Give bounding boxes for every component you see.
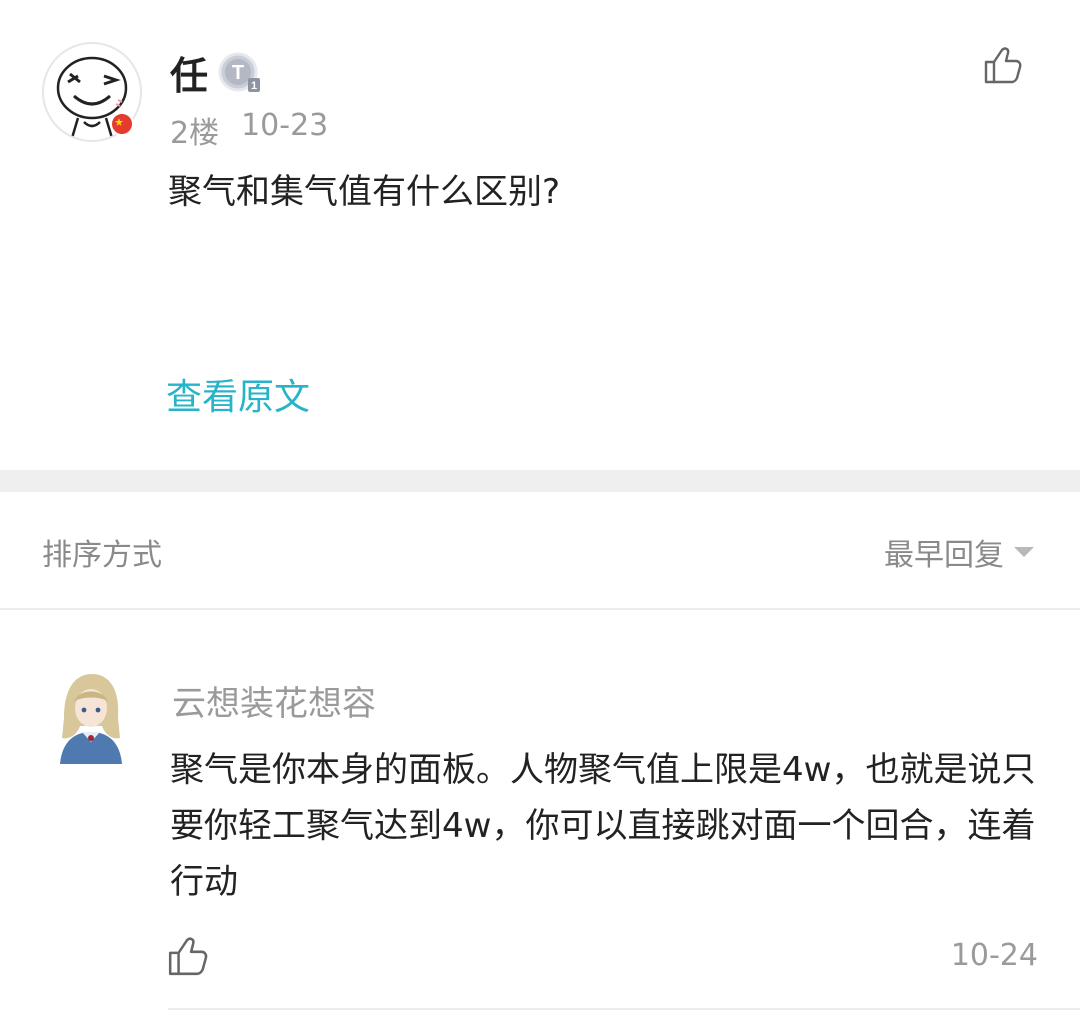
caret-down-icon xyxy=(1014,547,1034,557)
section-divider xyxy=(0,470,1080,492)
thumbs-up-icon[interactable] xyxy=(982,44,1024,86)
sort-bar: 排序方式 最早回复 xyxy=(0,492,1080,608)
sort-value: 最早回复 xyxy=(884,538,1004,573)
reply-divider xyxy=(168,1008,1080,1010)
svg-text:T: T xyxy=(232,62,244,84)
reply-author-avatar[interactable] xyxy=(52,672,130,764)
post-date: 10-23 xyxy=(241,108,329,143)
sort-label: 排序方式 xyxy=(42,538,162,573)
reply-date: 10-24 xyxy=(950,938,1038,973)
svg-text:1: 1 xyxy=(251,80,257,92)
reply-thumbs-up-icon[interactable] xyxy=(166,934,210,978)
list-divider xyxy=(0,608,1080,610)
post-meta: 2楼 10-23 xyxy=(170,108,328,152)
reply-content: 聚气是你本身的面板。人物聚气值上限是4w，也就是说只要你轻工聚气达到4w，你可以… xyxy=(170,750,1036,902)
region-flag-icon xyxy=(110,112,134,136)
reply-author-name[interactable]: 云想装花想容 xyxy=(172,676,376,725)
level-badge-icon: T 1 xyxy=(218,52,261,92)
author-name[interactable]: 任 xyxy=(170,45,208,100)
sort-dropdown[interactable]: 最早回复 xyxy=(884,530,1034,574)
floor-number: 2楼 xyxy=(170,116,220,151)
post-content: 聚气和集气值有什么区别? xyxy=(168,172,561,212)
view-original-link[interactable]: 查看原文 xyxy=(166,368,310,420)
post-card: 任 T 1 2楼 10-23 聚气和集气值有什么区别? 查看原文 xyxy=(0,0,1080,470)
anime-avatar-icon xyxy=(60,674,122,764)
author-row: 任 T 1 xyxy=(170,46,262,98)
